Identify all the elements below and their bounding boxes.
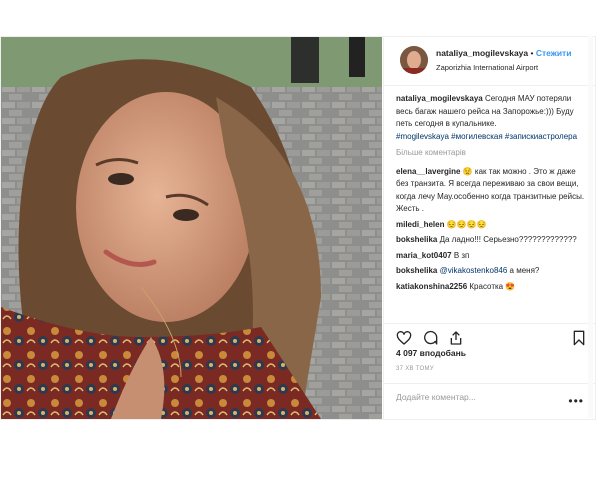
- comment-item: elena__lavergine 😟 как так можно . Это ж…: [396, 166, 588, 216]
- action-bar: [384, 323, 596, 348]
- comment-mention[interactable]: @vikakostenko846: [440, 266, 508, 275]
- caption-username[interactable]: nataliya_mogilevskaya: [396, 94, 483, 103]
- instagram-post: nataliya_mogilevskaya • Стежити Zaporizh…: [0, 36, 596, 420]
- comment-item: katiakonshina2256 Красотка 😍: [396, 281, 588, 294]
- comment-text: Красотка 😍: [469, 281, 516, 291]
- add-comment-bar: Додайте коментар... •••: [384, 383, 596, 420]
- comment-username[interactable]: miledi_helen: [396, 220, 444, 229]
- comment-icon[interactable]: [422, 330, 438, 346]
- heart-icon[interactable]: [396, 330, 412, 346]
- post-header: nataliya_mogilevskaya • Стежити Zaporizh…: [384, 37, 596, 86]
- caption-hashtags[interactable]: #mogilevskaya #могилевская #записки­астр…: [396, 132, 577, 141]
- avatar[interactable]: [400, 46, 428, 74]
- comment-item: bokshelika @vikakostenko846 а меня?: [396, 265, 588, 278]
- comment-item: bokshelika Да ладно!!! Серьезно?????????…: [396, 234, 588, 247]
- comments-section: nataliya_mogilevskaya Сегодня МАУ потеря…: [396, 93, 588, 296]
- post-photo[interactable]: [1, 37, 382, 419]
- location-link[interactable]: Zaporizhia International Airport: [436, 63, 538, 72]
- selfie-image: [1, 37, 382, 419]
- post-caption: nataliya_mogilevskaya Сегодня МАУ потеря…: [396, 93, 588, 143]
- header-username[interactable]: nataliya_mogilevskaya: [436, 48, 528, 58]
- comment-username[interactable]: katiakonshina2256: [396, 282, 467, 291]
- comment-text: Да ладно!!! Серьезно?????????????: [439, 235, 577, 244]
- avatar-image: [400, 46, 428, 74]
- more-options-icon[interactable]: •••: [568, 395, 584, 407]
- more-comments-link[interactable]: Більше коментарів: [396, 147, 588, 160]
- comment-username[interactable]: elena__lavergine: [396, 167, 460, 176]
- comment-text: а меня?: [509, 266, 540, 275]
- header-separator: •: [530, 48, 534, 58]
- comment-username[interactable]: bokshelika: [396, 235, 437, 244]
- follow-button[interactable]: Стежити: [536, 48, 572, 58]
- comment-item: maria_kot0407 В зп: [396, 250, 588, 263]
- comment-text: 😔😔😔😔: [446, 219, 487, 229]
- post-sidebar: nataliya_mogilevskaya • Стежити Zaporizh…: [383, 37, 596, 419]
- comment-text: В зп: [453, 250, 470, 260]
- comment-item: miledi_helen 😔😔😔😔: [396, 219, 588, 232]
- scrollbar[interactable]: [588, 36, 593, 418]
- header-username-line: nataliya_mogilevskaya • Стежити: [436, 48, 571, 58]
- comment-username[interactable]: bokshelika: [396, 266, 437, 275]
- bookmark-icon[interactable]: [572, 330, 586, 346]
- likes-count[interactable]: 4 097 вподобань: [396, 348, 466, 358]
- add-comment-input[interactable]: Додайте коментар...: [396, 392, 476, 402]
- post-timestamp[interactable]: 37 хв тому: [396, 366, 434, 372]
- share-icon[interactable]: [448, 330, 464, 346]
- comment-username[interactable]: maria_kot0407: [396, 251, 452, 260]
